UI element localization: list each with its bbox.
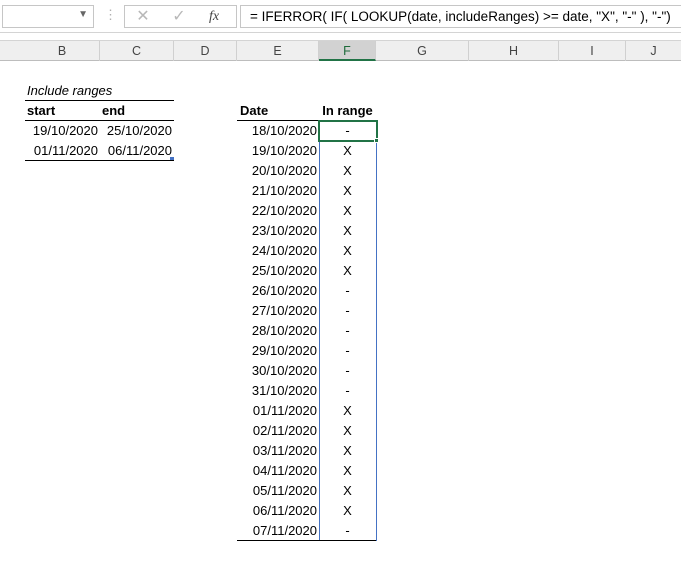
name-box-dropdown-icon[interactable]: ▼ (78, 9, 88, 20)
date-cell[interactable]: 04/11/2020 (237, 461, 317, 481)
column-header-c[interactable]: C (100, 41, 174, 61)
column-header-d[interactable]: D (174, 41, 237, 61)
date-cell[interactable]: 30/10/2020 (237, 361, 317, 381)
formula-input[interactable]: = IFERROR( IF( LOOKUP(date, includeRange… (240, 5, 681, 28)
date-cell[interactable]: 28/10/2020 (237, 321, 317, 341)
range-start-cell[interactable]: 01/11/2020 (25, 141, 98, 161)
column-header-i[interactable]: I (559, 41, 626, 61)
date-cell[interactable]: 05/11/2020 (237, 481, 317, 501)
fill-handle[interactable] (374, 138, 379, 143)
named-range-marker (170, 157, 174, 160)
results-bottom-border (237, 540, 376, 541)
column-header-j[interactable]: J (626, 41, 681, 61)
insert-function-icon[interactable]: fx (199, 6, 229, 28)
date-cell[interactable]: 20/10/2020 (237, 161, 317, 181)
column-headers: B C D E F G H I J (0, 40, 681, 61)
enter-icon[interactable]: ✓ (164, 6, 194, 28)
header-in-range: In range (322, 103, 373, 118)
active-cell[interactable] (318, 120, 378, 142)
date-cell[interactable]: 27/10/2020 (237, 301, 317, 321)
name-box[interactable]: ▼ (2, 5, 94, 28)
date-cell[interactable]: 06/11/2020 (237, 501, 317, 521)
formula-range-highlight (319, 121, 377, 541)
header-start: start (27, 103, 56, 118)
date-cell[interactable]: 22/10/2020 (237, 201, 317, 221)
range-start-cell[interactable]: 19/10/2020 (25, 121, 98, 141)
date-cell[interactable]: 25/10/2020 (237, 261, 317, 281)
column-header-b[interactable]: B (25, 41, 100, 61)
date-cell[interactable]: 26/10/2020 (237, 281, 317, 301)
header-end: end (102, 103, 126, 118)
header-date: Date (240, 103, 269, 118)
date-cell[interactable]: 19/10/2020 (237, 141, 317, 161)
date-cell[interactable]: 07/11/2020 (237, 521, 317, 541)
date-cell[interactable]: 31/10/2020 (237, 381, 317, 401)
column-header-g[interactable]: G (376, 41, 469, 61)
date-cell[interactable]: 29/10/2020 (237, 341, 317, 361)
column-header-h[interactable]: H (469, 41, 559, 61)
column-header-partial (0, 41, 25, 61)
column-header-e[interactable]: E (237, 41, 319, 61)
cancel-icon[interactable]: ✕ (128, 6, 158, 28)
column-header-f[interactable]: F (319, 41, 376, 61)
date-cell[interactable]: 23/10/2020 (237, 221, 317, 241)
ranges-bottom-border (25, 160, 174, 161)
date-cell[interactable]: 24/10/2020 (237, 241, 317, 261)
formula-bar-grip-icon[interactable]: ⋮ (104, 7, 117, 23)
range-end-cell[interactable]: 25/10/2020 (100, 121, 172, 141)
formula-bar: ▼ ⋮ ✕ ✓ fx = IFERROR( IF( LOOKUP(date, i… (0, 0, 681, 33)
date-cell[interactable]: 18/10/2020 (237, 121, 317, 141)
date-cell[interactable]: 03/11/2020 (237, 441, 317, 461)
date-cell[interactable]: 01/11/2020 (237, 401, 317, 421)
include-ranges-title: Include ranges (27, 83, 113, 98)
date-cell[interactable]: 21/10/2020 (237, 181, 317, 201)
range-end-cell[interactable]: 06/11/2020 (100, 141, 172, 161)
date-cell[interactable]: 02/11/2020 (237, 421, 317, 441)
